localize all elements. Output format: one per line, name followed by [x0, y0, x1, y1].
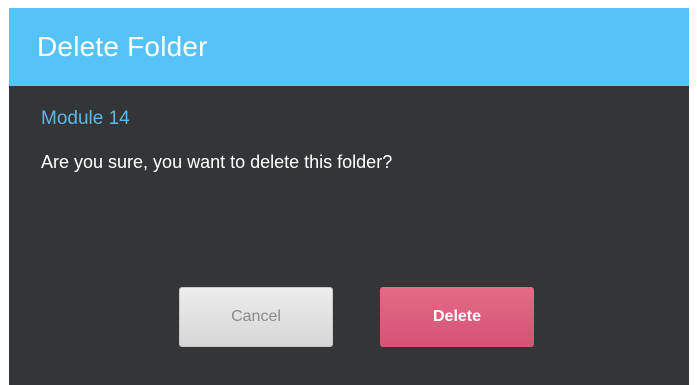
delete-button[interactable]: Delete — [380, 287, 534, 347]
cancel-button[interactable]: Cancel — [179, 287, 333, 347]
confirm-message: Are you sure, you want to delete this fo… — [41, 152, 393, 172]
folder-name: Module 14 — [41, 108, 130, 129]
dialog-header: Delete Folder — [9, 8, 689, 86]
dialog-body: Module 14 Are you sure, you want to dele… — [9, 86, 689, 385]
dialog-title: Delete Folder — [37, 31, 208, 62]
delete-folder-dialog: Delete Folder Module 14 Are you sure, yo… — [9, 8, 689, 385]
